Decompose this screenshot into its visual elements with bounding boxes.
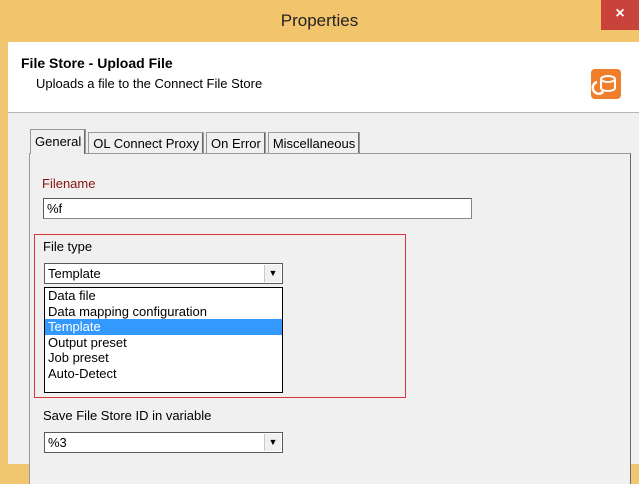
file-type-dropdown[interactable]: Data file Data mapping configuration Tem… <box>44 287 283 393</box>
file-type-select[interactable]: Template ▼ <box>44 263 283 284</box>
filename-field[interactable]: %f <box>43 198 472 219</box>
dropdown-option[interactable]: Auto-Detect <box>45 366 282 382</box>
chevron-down-icon[interactable]: ▼ <box>264 434 281 451</box>
dropdown-option-selected[interactable]: Template <box>45 319 282 335</box>
save-id-value: %3 <box>48 435 67 450</box>
title-bar[interactable]: Properties × <box>0 0 639 42</box>
dropdown-option[interactable]: Data mapping configuration <box>45 304 282 320</box>
close-button[interactable]: × <box>601 0 639 30</box>
plugin-title: File Store - Upload File <box>21 55 173 71</box>
tab-on-error[interactable]: On Error <box>205 132 266 154</box>
dropdown-option[interactable]: Job preset <box>45 350 282 366</box>
tab-strip: General OL Connect Proxy On Error Miscel… <box>30 129 362 154</box>
dropdown-option[interactable]: Output preset <box>45 335 282 351</box>
properties-dialog: Properties × File Store - Upload File Up… <box>0 0 639 484</box>
file-type-label: File type <box>43 239 93 254</box>
tab-general[interactable]: General <box>30 129 87 154</box>
chevron-down-icon[interactable]: ▼ <box>264 265 281 282</box>
file-type-value: Template <box>48 266 101 281</box>
file-store-icon <box>591 69 621 99</box>
save-id-select[interactable]: %3 ▼ <box>44 432 283 453</box>
tab-miscellaneous[interactable]: Miscellaneous <box>267 132 361 154</box>
save-id-label: Save File Store ID in variable <box>43 408 212 423</box>
dialog-body: File Store - Upload File Uploads a file … <box>8 42 639 484</box>
plugin-header: File Store - Upload File Uploads a file … <box>8 42 639 113</box>
filename-label: Filename <box>42 176 96 191</box>
tab-ol-connect-proxy[interactable]: OL Connect Proxy <box>88 132 204 154</box>
window-title: Properties <box>280 11 359 30</box>
plugin-description: Uploads a file to the Connect File Store <box>36 76 263 91</box>
dropdown-option[interactable]: Data file <box>45 288 282 304</box>
